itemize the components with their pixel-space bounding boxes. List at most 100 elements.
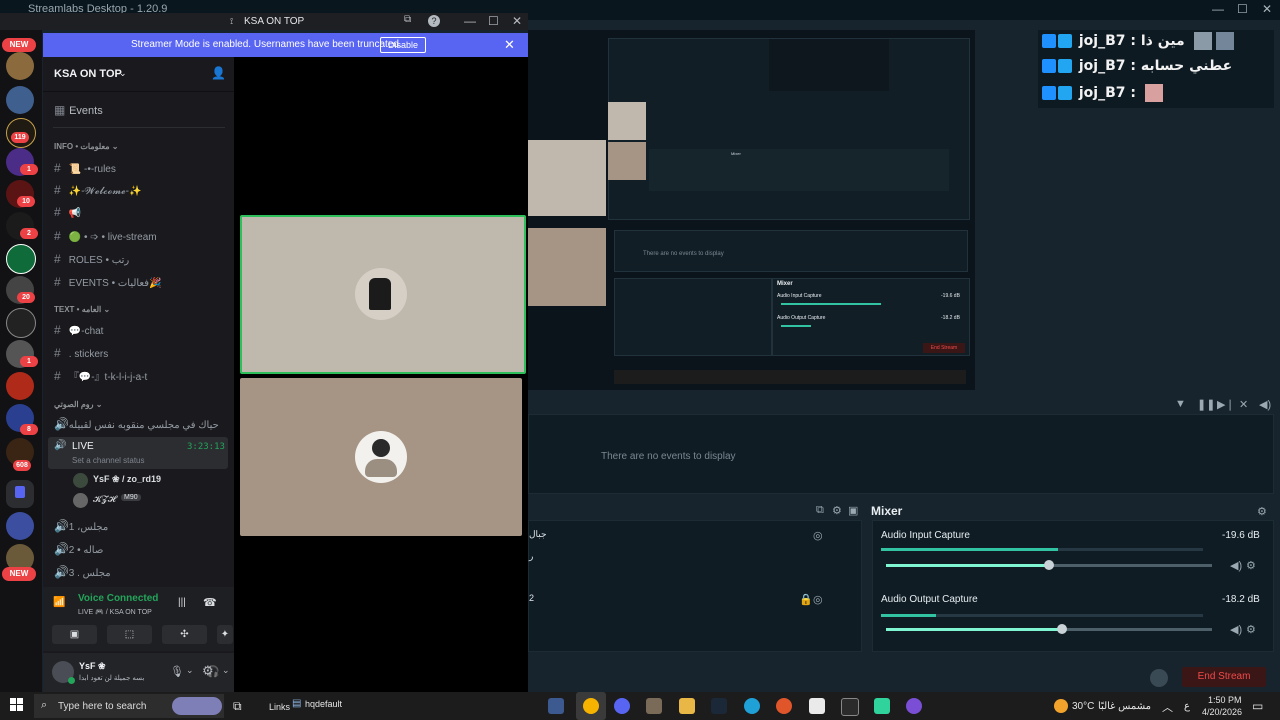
chevron-up-icon[interactable]: ︿	[1162, 699, 1173, 715]
voice-channel[interactable]: 🔊 صاله • 2	[54, 542, 103, 560]
volume-icon[interactable]: ◀)	[1259, 398, 1271, 411]
weather-text[interactable]: مشمس غالبًا	[1098, 701, 1151, 712]
server-icon[interactable]	[6, 244, 36, 274]
voice-channel[interactable]: 🔊 حياك في مجلسي منقوبه نفس لقبيله	[54, 417, 219, 435]
text-channel[interactable]: # . stickers	[54, 346, 108, 364]
chevron-down-icon[interactable]: ⌄	[186, 665, 194, 676]
minimize-icon[interactable]: —	[464, 14, 476, 28]
language-indicator[interactable]: ع	[1184, 701, 1190, 712]
server-icon[interactable]	[6, 86, 34, 114]
disable-streamer-mode-button[interactable]: Disable	[380, 37, 426, 53]
text-channel[interactable]: # EVENTS • فعاليات🎉	[54, 275, 162, 293]
activities-button[interactable]: ✣	[162, 625, 207, 644]
mixer-settings-icon[interactable]: ⚙	[1257, 505, 1267, 518]
server-icon[interactable]	[6, 512, 34, 540]
voice-channel[interactable]: 🔊 مجلس . 3	[54, 565, 111, 583]
pause-icon[interactable]: ❚❚	[1197, 398, 1215, 411]
voice-channel[interactable]: 🔊 مجلس، 1	[54, 519, 108, 537]
clock-time[interactable]: 1:50 PM	[1208, 695, 1242, 705]
source-settings-icon[interactable]: ⚙	[1246, 559, 1256, 572]
app-icon[interactable]	[874, 698, 890, 714]
app-icon[interactable]	[906, 698, 922, 714]
noise-suppression-icon[interactable]: |||	[178, 597, 186, 608]
voice-status-title[interactable]: Voice Connected	[78, 593, 158, 604]
channel-status[interactable]: Set a channel status	[72, 456, 145, 465]
microphone-icon[interactable]: 🎙	[170, 665, 184, 678]
maximize-icon[interactable]: ☐	[1237, 2, 1248, 16]
text-channel[interactable]: # 📜 -•-rules	[54, 161, 116, 179]
video-tile[interactable]	[240, 378, 522, 536]
server-icon[interactable]	[6, 372, 34, 400]
lock-icon[interactable]: 🔒	[799, 593, 813, 606]
active-app-icon[interactable]	[576, 692, 606, 720]
settings-icon[interactable]: ⚙	[832, 504, 842, 517]
text-channel[interactable]: # ROLES • رتب	[54, 252, 129, 270]
screen-share-button[interactable]: ⬚	[107, 625, 152, 644]
folder-icon[interactable]	[6, 480, 34, 508]
source-item[interactable]: 2	[529, 593, 534, 603]
visibility-icon[interactable]: ◎	[813, 593, 823, 606]
mute-alerts-icon[interactable]: ✕	[1239, 398, 1248, 411]
task-view-icon[interactable]: ⧉	[233, 699, 242, 714]
stream-preview[interactable]: Mixer There are no events to display Mix…	[528, 30, 975, 390]
close-icon[interactable]: ✕	[512, 14, 522, 28]
app-icon[interactable]	[646, 698, 662, 714]
video-tile-speaking[interactable]	[240, 215, 526, 374]
soundboard-button[interactable]: ✦	[217, 625, 233, 644]
notification-icon[interactable]: ▭	[1252, 699, 1263, 713]
source-settings-icon[interactable]: ⚙	[1246, 623, 1256, 636]
steam-icon[interactable]	[711, 698, 727, 714]
close-icon[interactable]: ✕	[1262, 2, 1272, 16]
text-channel[interactable]: # 🟢 • ➩ • live-stream	[54, 229, 157, 247]
user-settings-icon[interactable]: ⚙	[202, 663, 214, 679]
edge-icon[interactable]	[744, 698, 760, 714]
text-channel[interactable]: # 💬-chat	[54, 323, 103, 341]
camera-button[interactable]: ▣	[52, 625, 97, 644]
app-icon[interactable]	[548, 698, 564, 714]
active-voice-channel[interactable]: 🔊 LIVE 3:23:13 Set a channel status	[48, 437, 228, 469]
speaker-icon[interactable]: ◀)	[1230, 623, 1242, 636]
app-icon[interactable]	[776, 698, 792, 714]
epic-games-icon[interactable]	[841, 698, 859, 716]
chevron-down-icon[interactable]: ⌄	[222, 665, 230, 676]
category-header[interactable]: INFO • معلومات ⌄	[54, 142, 118, 151]
skip-icon[interactable]: ▶❘	[1217, 398, 1235, 411]
server-icon[interactable]	[6, 52, 34, 80]
help-icon[interactable]: ?	[428, 15, 440, 27]
record-button[interactable]	[1150, 669, 1168, 687]
filter-icon[interactable]: ▼	[1175, 398, 1186, 410]
text-channel[interactable]: # 📢	[54, 205, 81, 223]
close-icon[interactable]: ✕	[504, 37, 515, 53]
end-stream-button[interactable]: End Stream	[1182, 667, 1266, 687]
file-explorer-icon[interactable]	[679, 698, 695, 714]
clock-date[interactable]: 4/20/2026	[1202, 707, 1242, 717]
folder-link[interactable]: hqdefault	[305, 699, 342, 709]
volume-slider[interactable]	[886, 624, 1212, 634]
speaker-icon[interactable]: ◀)	[1230, 559, 1242, 572]
weather-temp[interactable]: 30°C	[1072, 701, 1094, 712]
category-header[interactable]: روم الصوتي ⌄	[54, 400, 102, 409]
volume-slider[interactable]	[886, 560, 1212, 570]
copy-icon[interactable]: ⧉	[816, 504, 824, 517]
add-member-icon[interactable]: 👤	[211, 66, 226, 80]
source-item[interactable]: جبال	[529, 529, 547, 540]
server-header[interactable]: KSA ON TOP ⌄ 👤	[43, 57, 234, 92]
server-icon[interactable]	[6, 308, 36, 338]
text-channel[interactable]: # 『💬-』t-k-l-i-j-a-t	[54, 368, 147, 386]
add-folder-icon[interactable]: ▣	[848, 504, 858, 517]
slider-knob[interactable]	[1057, 624, 1068, 634]
text-channel[interactable]: # ✨-𝓦𝓮𝓵𝓬𝓸𝓶𝓮-✨	[54, 183, 141, 201]
inbox-icon[interactable]: ⧉	[404, 14, 411, 25]
taskbar-search[interactable]: ⌕ Type here to search	[34, 694, 224, 718]
new-unreads-pill[interactable]: NEW	[2, 567, 36, 581]
category-header[interactable]: TEXT • العامه ⌄	[54, 305, 110, 314]
events-link[interactable]: ▦ Events	[54, 103, 103, 121]
minimize-icon[interactable]: —	[1212, 2, 1224, 16]
visibility-icon[interactable]: ◎	[813, 529, 823, 542]
discord-icon[interactable]	[614, 698, 630, 714]
links-toolbar[interactable]: Links	[269, 702, 290, 712]
source-item[interactable]: ر	[529, 551, 533, 562]
disconnect-icon[interactable]: ☎	[203, 596, 217, 609]
slider-knob[interactable]	[1044, 560, 1054, 570]
app-icon[interactable]	[809, 698, 825, 714]
